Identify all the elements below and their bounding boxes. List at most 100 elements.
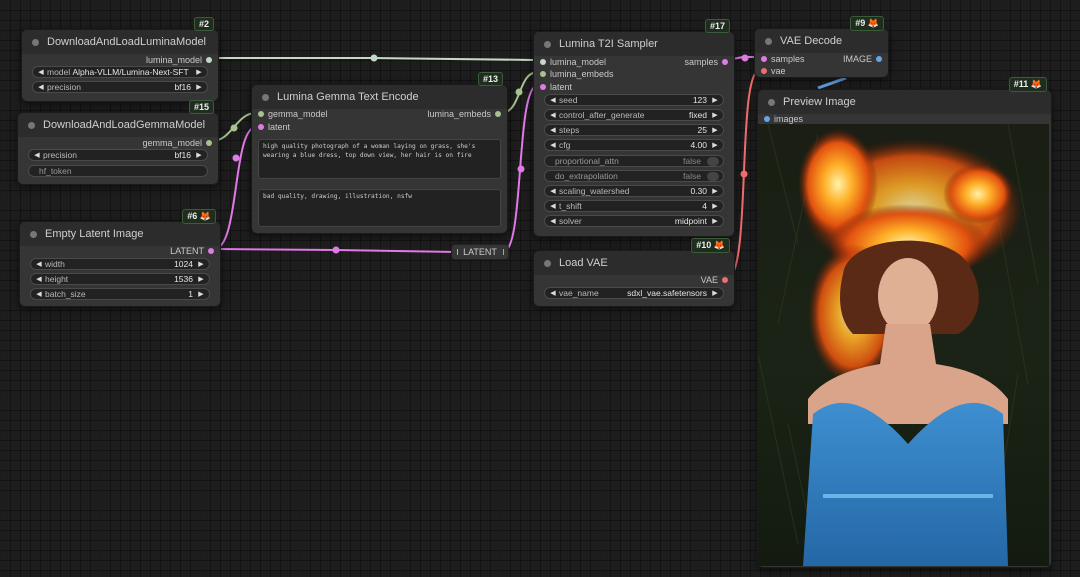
widget-solver[interactable]: ◀ solver midpoint ▶ [544,215,724,227]
arrow-right-icon[interactable]: ▶ [711,141,719,149]
output-socket-icon[interactable] [722,276,728,283]
positive-prompt-textarea[interactable]: high quality photograph of a woman layin… [258,139,501,179]
output-socket-icon[interactable] [206,56,212,63]
output-socket-icon[interactable] [722,58,728,65]
output-vae[interactable]: VAE [701,273,728,286]
widget-hf-token[interactable]: hf_token [28,165,208,177]
node-lumina-loader[interactable]: #2 DownloadAndLoadLuminaModel lumina_mod… [21,17,219,102]
toggle-proportional-attn[interactable]: proportional_attn false [544,155,724,167]
negative-prompt-textarea[interactable]: bad quality, drawing, illustration, nsfw [258,189,501,227]
arrow-left-icon[interactable]: ◀ [549,202,557,210]
node-text-encode[interactable]: #13 Lumina Gemma Text Encode gemma_model… [251,72,508,234]
arrow-right-icon[interactable]: ▶ [711,187,719,195]
node-header[interactable]: Load VAE [534,251,734,275]
arrow-left-icon[interactable]: ◀ [549,217,557,225]
collapse-dot-icon[interactable] [768,98,775,106]
input-socket-icon[interactable] [258,110,264,117]
output-image[interactable]: IMAGE [843,52,882,65]
arrow-right-icon[interactable]: ▶ [711,96,719,104]
input-latent[interactable]: latent [540,80,572,93]
input-vae[interactable]: vae [761,64,786,77]
output-socket-icon[interactable] [206,139,212,146]
input-socket-icon[interactable] [761,55,767,62]
node-header[interactable]: Lumina Gemma Text Encode [252,85,507,109]
output-socket-icon[interactable] [495,110,501,117]
node-empty-latent[interactable]: #6 🦊 Empty Latent Image LATENT ◀ width 102… [19,209,221,307]
arrow-left-icon[interactable]: ◀ [549,126,557,134]
collapse-dot-icon[interactable] [28,121,35,129]
arrow-right-icon[interactable]: ▶ [197,260,205,268]
node-header[interactable]: Lumina T2I Sampler [534,32,734,56]
arrow-left-icon[interactable]: ◀ [37,68,45,76]
arrow-left-icon[interactable]: ◀ [549,141,557,149]
widget-vae-name[interactable]: ◀ vae_name sdxl_vae.safetensors ▶ [544,287,724,299]
output-gemma-model[interactable]: gemma_model [142,136,212,149]
arrow-left-icon[interactable]: ◀ [35,290,43,298]
arrow-right-icon[interactable]: ▶ [711,289,719,297]
arrow-right-icon[interactable]: ▶ [197,275,205,283]
toggle-switch-icon[interactable] [707,156,719,166]
preview-image-output[interactable] [758,124,1049,566]
collapse-dot-icon[interactable] [30,230,37,238]
output-lumina-embeds[interactable]: lumina_embeds [427,107,501,120]
toggle-switch-icon[interactable] [707,171,719,181]
arrow-left-icon[interactable]: ◀ [549,111,557,119]
collapse-dot-icon[interactable] [262,93,269,101]
node-header[interactable]: DownloadAndLoadGemmaModel [18,113,218,137]
widget-precision[interactable]: ◀ precision bf16 ▶ [32,81,208,93]
node-sampler[interactable]: #17 Lumina T2I Sampler lumina_model lumi… [533,19,735,237]
input-socket-icon[interactable] [761,67,767,74]
input-socket-icon[interactable] [540,58,546,65]
collapse-dot-icon[interactable] [544,259,551,267]
arrow-left-icon[interactable]: ◀ [37,83,45,91]
node-gemma-loader[interactable]: #15 DownloadAndLoadGemmaModel gemma_mode… [17,100,219,185]
input-lumina-embeds[interactable]: lumina_embeds [540,67,614,80]
output-socket-icon[interactable] [208,247,214,254]
arrow-left-icon[interactable]: ◀ [35,260,43,268]
collapse-dot-icon[interactable] [544,40,551,48]
arrow-right-icon[interactable]: ▶ [711,126,719,134]
input-socket-icon[interactable] [258,123,264,130]
output-latent[interactable]: LATENT [170,244,214,257]
input-socket-icon[interactable] [540,70,546,77]
widget-batch-size[interactable]: ◀ batch_size 1 ▶ [30,288,210,300]
arrow-right-icon[interactable]: ▶ [711,111,719,119]
node-vae-decode[interactable]: #9 🦊 VAE Decode samples vae IMAGE [754,16,889,78]
arrow-right-icon[interactable]: ▶ [711,202,719,210]
arrow-left-icon[interactable]: ◀ [549,187,557,195]
arrow-right-icon[interactable]: ▶ [711,217,719,225]
arrow-left-icon[interactable]: ◀ [33,151,41,159]
widget-seed[interactable]: ◀ seed 123 ▶ [544,94,724,106]
arrow-left-icon[interactable]: ◀ [549,96,557,104]
arrow-right-icon[interactable]: ▶ [195,68,203,76]
toggle-do-extrapolation[interactable]: do_extrapolation false [544,170,724,182]
input-socket-icon[interactable] [540,83,546,90]
input-gemma-model[interactable]: gemma_model [258,107,328,120]
node-preview-image[interactable]: #11 🦊 Preview Image images [757,77,1052,568]
arrow-right-icon[interactable]: ▶ [195,83,203,91]
arrow-left-icon[interactable]: ◀ [549,289,557,297]
widget-precision[interactable]: ◀ precision bf16 ▶ [28,149,208,161]
reroute-latent[interactable]: LATENT [451,244,509,260]
widget-steps[interactable]: ◀ steps 25 ▶ [544,124,724,136]
widget-scaling-watershed[interactable]: ◀ scaling_watershed 0.30 ▶ [544,185,724,197]
widget-t-shift[interactable]: ◀ t_shift 4 ▶ [544,200,724,212]
input-socket-icon[interactable] [764,115,770,122]
widget-width[interactable]: ◀ width 1024 ▶ [30,258,210,270]
collapse-dot-icon[interactable] [765,37,772,45]
node-header[interactable]: VAE Decode [755,29,888,53]
node-header[interactable]: Preview Image [758,90,1051,114]
widget-model[interactable]: ◀ model Alpha-VLLM/Lumina-Next-SFT ▶ [32,66,208,78]
arrow-right-icon[interactable]: ▶ [195,151,203,159]
node-header[interactable]: DownloadAndLoadLuminaModel [22,30,218,54]
input-latent[interactable]: latent [258,120,290,133]
output-samples[interactable]: samples [684,55,728,68]
output-lumina-model[interactable]: lumina_model [146,53,212,66]
widget-height[interactable]: ◀ height 1536 ▶ [30,273,210,285]
arrow-right-icon[interactable]: ▶ [197,290,205,298]
arrow-left-icon[interactable]: ◀ [35,275,43,283]
widget-control-after-generate[interactable]: ◀ control_after_generate fixed ▶ [544,109,724,121]
node-load-vae[interactable]: #10 🦊 Load VAE VAE ◀ vae_name sdxl_vae.saf… [533,238,735,307]
widget-cfg[interactable]: ◀ cfg 4.00 ▶ [544,139,724,151]
node-header[interactable]: Empty Latent Image [20,222,220,246]
